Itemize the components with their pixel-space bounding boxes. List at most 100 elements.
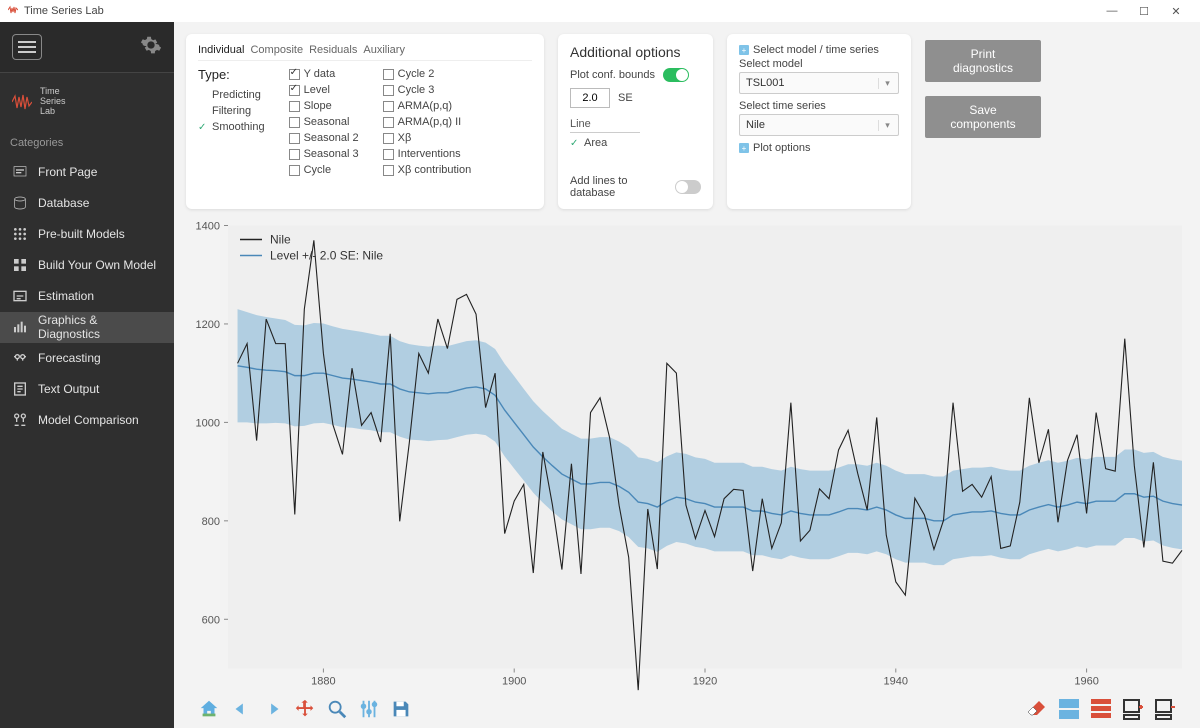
- checkbox-icon: [383, 85, 394, 96]
- check-x-contribution[interactable]: Xβ contribution: [383, 163, 472, 177]
- check-arma-p-q-[interactable]: ARMA(p,q): [383, 99, 472, 113]
- plot-conf-label: Plot conf. bounds: [570, 69, 655, 81]
- check-slope[interactable]: Slope: [289, 99, 359, 113]
- check-x-[interactable]: Xβ: [383, 131, 472, 145]
- chart: 60080010001200140018801900192019401960Ni…: [186, 217, 1188, 693]
- area-label: Area: [584, 137, 607, 149]
- svg-text:800: 800: [202, 516, 220, 528]
- model-select[interactable]: TSL001 ▾: [739, 72, 899, 94]
- plot-options-header[interactable]: + Plot options: [739, 142, 899, 154]
- zoom-icon[interactable]: [324, 696, 350, 722]
- nav-item-estimation[interactable]: Estimation: [0, 281, 174, 312]
- nav-icon: [12, 350, 28, 366]
- nav-label: Model Comparison: [38, 413, 139, 427]
- series-tabs: Individual Composite Residuals Auxiliary: [198, 44, 532, 61]
- select-ts-label: Select time series: [739, 100, 899, 112]
- chevron-down-icon: ▾: [878, 120, 892, 131]
- nav-icon: [12, 226, 28, 242]
- svg-text:Nile: Nile: [270, 233, 291, 247]
- add-plot-icon[interactable]: [1120, 696, 1146, 722]
- tab-auxiliary[interactable]: Auxiliary: [363, 44, 405, 56]
- svg-text:Level +/- 2.0 SE: Nile: Level +/- 2.0 SE: Nile: [270, 249, 383, 263]
- logo-line-3: Lab: [40, 107, 66, 117]
- nav-icon: [12, 319, 28, 335]
- nav-label: Graphics & Diagnostics: [38, 313, 162, 341]
- add-lines-label: Add lines to database: [570, 175, 675, 199]
- mode-smoothing[interactable]: ✓Smoothing: [198, 120, 265, 134]
- close-button[interactable]: ✕: [1160, 5, 1192, 18]
- type-panel: Individual Composite Residuals Auxiliary Ty…: [186, 34, 544, 209]
- nav-item-forecasting[interactable]: Forecasting: [0, 343, 174, 374]
- tab-residuals[interactable]: Residuals: [309, 44, 357, 56]
- layout-1-icon[interactable]: [1056, 696, 1082, 722]
- mode-predicting[interactable]: Predicting: [198, 88, 265, 102]
- check-y-data[interactable]: Y data: [289, 67, 359, 81]
- checkbox-icon: [383, 165, 394, 176]
- check-seasonal[interactable]: Seasonal: [289, 115, 359, 129]
- nav-icon: [12, 412, 28, 428]
- check-interventions[interactable]: Interventions: [383, 147, 472, 161]
- checkbox-icon: [289, 165, 300, 176]
- svg-text:1880: 1880: [311, 676, 335, 688]
- nav-label: Build Your Own Model: [38, 258, 156, 272]
- checkbox-icon: [289, 117, 300, 128]
- chart-svg: 60080010001200140018801900192019401960Ni…: [186, 217, 1188, 693]
- checkbox-icon: [289, 133, 300, 144]
- tab-individual[interactable]: Individual: [198, 44, 244, 56]
- svg-text:1900: 1900: [502, 676, 526, 688]
- toolbar: [186, 693, 1188, 728]
- checkbox-icon: [289, 69, 300, 80]
- mode-filtering[interactable]: Filtering: [198, 104, 265, 118]
- plus-icon: +: [739, 143, 749, 153]
- save-icon[interactable]: [388, 696, 414, 722]
- check-cycle-2[interactable]: Cycle 2: [383, 67, 472, 81]
- nav-item-build-your-own-model[interactable]: Build Your Own Model: [0, 250, 174, 281]
- minimize-button[interactable]: —: [1096, 5, 1128, 17]
- home-icon[interactable]: [196, 696, 222, 722]
- nav-item-model-comparison[interactable]: Model Comparison: [0, 405, 174, 436]
- check-seasonal-3[interactable]: Seasonal 3: [289, 147, 359, 161]
- checkbox-icon: [383, 133, 394, 144]
- timeseries-select[interactable]: Nile ▾: [739, 114, 899, 136]
- save-components-button[interactable]: Save components: [925, 96, 1041, 138]
- checkbox-icon: [383, 69, 394, 80]
- chevron-down-icon: ▾: [878, 78, 892, 89]
- check-seasonal-2[interactable]: Seasonal 2: [289, 131, 359, 145]
- select-model-ts-header[interactable]: + Select model / time series: [739, 44, 899, 56]
- logo: Time Series Lab: [0, 72, 174, 133]
- check-arma-p-q-ii[interactable]: ARMA(p,q) II: [383, 115, 472, 129]
- checkbox-icon: [383, 117, 394, 128]
- checkbox-icon: [289, 101, 300, 112]
- forward-icon[interactable]: [260, 696, 286, 722]
- nav-item-pre-built-models[interactable]: Pre-built Models: [0, 219, 174, 250]
- select-model-label: Select model: [739, 58, 899, 70]
- check-cycle-3[interactable]: Cycle 3: [383, 83, 472, 97]
- menu-button[interactable]: [12, 34, 42, 60]
- print-diagnostics-button[interactable]: Print diagnostics: [925, 40, 1041, 82]
- configure-icon[interactable]: [356, 696, 382, 722]
- nav-label: Front Page: [38, 165, 97, 179]
- check-cycle[interactable]: Cycle: [289, 163, 359, 177]
- remove-plot-icon[interactable]: [1152, 696, 1178, 722]
- maximize-button[interactable]: ☐: [1128, 5, 1160, 18]
- svg-text:600: 600: [202, 614, 220, 626]
- nav-item-graphics-diagnostics[interactable]: Graphics & Diagnostics: [0, 312, 174, 343]
- settings-button[interactable]: [140, 34, 162, 61]
- plot-conf-toggle[interactable]: [663, 68, 689, 82]
- additional-options-panel: Additional options Plot conf. bounds SE …: [558, 34, 713, 209]
- nav-item-text-output[interactable]: Text Output: [0, 374, 174, 405]
- se-input[interactable]: [570, 88, 610, 108]
- pan-icon[interactable]: [292, 696, 318, 722]
- eraser-icon[interactable]: [1024, 696, 1050, 722]
- tab-composite[interactable]: Composite: [250, 44, 303, 56]
- nav-item-database[interactable]: Database: [0, 188, 174, 219]
- back-icon[interactable]: [228, 696, 254, 722]
- svg-text:1920: 1920: [693, 676, 717, 688]
- layout-2-icon[interactable]: [1088, 696, 1114, 722]
- categories-label: Categories: [0, 133, 174, 157]
- area-option[interactable]: ✓ Area: [570, 137, 701, 149]
- type-title: Type:: [198, 67, 265, 82]
- add-lines-toggle[interactable]: [675, 180, 701, 194]
- nav-item-front-page[interactable]: Front Page: [0, 157, 174, 188]
- check-level[interactable]: Level: [289, 83, 359, 97]
